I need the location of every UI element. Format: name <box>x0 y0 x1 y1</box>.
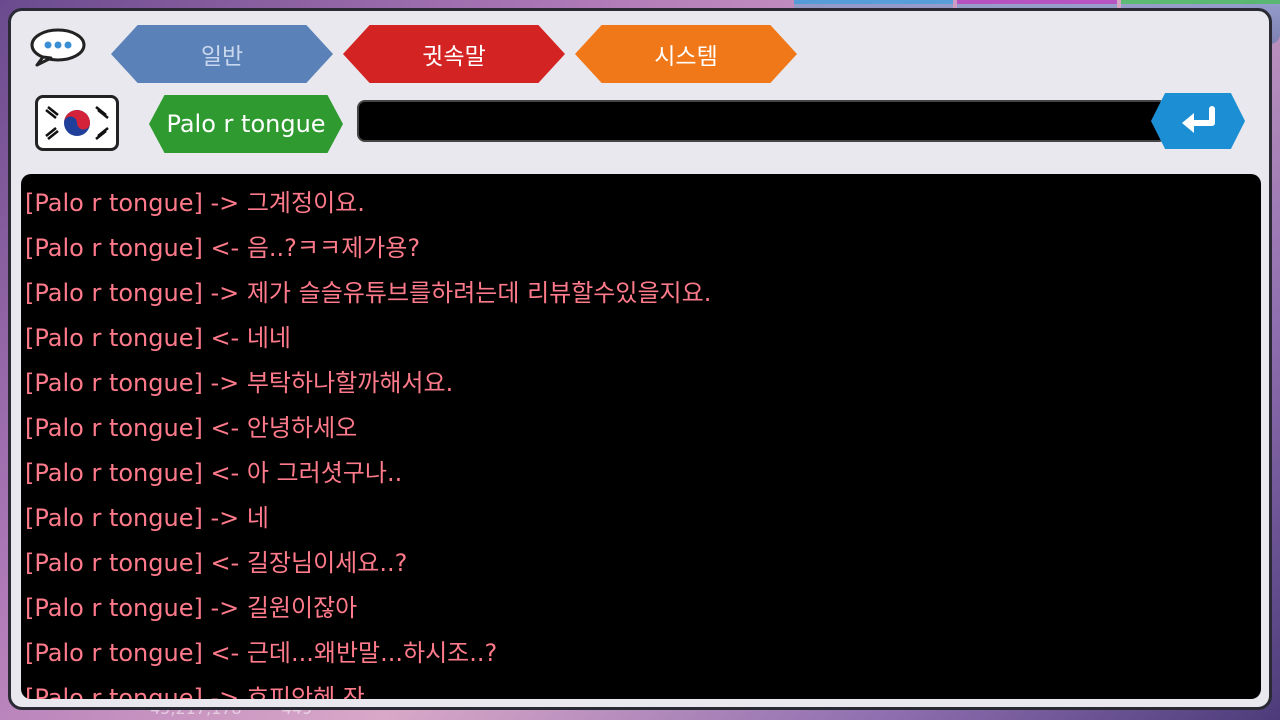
chat-message: [Palo r tongue] -> 제가 슬슬유튜브를하려는데 리뷰할수있을지… <box>25 279 712 307</box>
tab-whisper[interactable]: 귓속말 <box>343 25 565 83</box>
chat-tabs: 일반 귓속말 시스템 <box>111 25 797 83</box>
chat-message: [Palo r tongue] <- 근데...왜반말...하시조..? <box>25 639 498 667</box>
send-button[interactable] <box>1151 93 1245 149</box>
chat-message: [Palo r tongue] -> 그계정이요. <box>25 189 365 217</box>
chat-message: [Palo r tongue] -> 부탁하나할까해서요. <box>25 369 454 397</box>
chat-message: [Palo r tongue] <- 길장님이세요..? <box>25 549 408 577</box>
chat-bubble-icon[interactable] <box>29 27 87 67</box>
chat-message: [Palo r tongue] <- 음..?ㅋㅋ제가용? <box>25 234 421 262</box>
chat-message: [Palo r tongue] -> 길원이잖아 <box>25 594 358 622</box>
whisper-target-button[interactable]: Palo r tongue <box>149 95 343 153</box>
chat-message: [Palo r tongue] -> 네 <box>25 504 269 532</box>
tab-general[interactable]: 일반 <box>111 25 333 83</box>
enter-arrow-icon <box>1182 106 1215 133</box>
tab-system[interactable]: 시스템 <box>575 25 797 83</box>
chat-message: [Palo r tongue] <- 네네 <box>25 324 292 352</box>
korea-flag-icon <box>40 99 114 147</box>
chat-log[interactable]: [Palo r tongue] -> 그계정이요. [Palo r tongue… <box>21 174 1261 699</box>
chat-message: [Palo r tongue] <- 아 그러셧구나.. <box>25 459 403 487</box>
chat-panel: 일반 귓속말 시스템 Palo r tongue [Palo r tongue]… <box>8 8 1272 710</box>
chat-message: [Palo r tongue] <- 안녕하세오 <box>25 414 358 442</box>
language-flag-button[interactable] <box>35 95 119 151</box>
chat-message: [Palo r tongue] -> 호피안헤 잔 <box>25 684 365 699</box>
chat-input[interactable] <box>357 100 1167 142</box>
